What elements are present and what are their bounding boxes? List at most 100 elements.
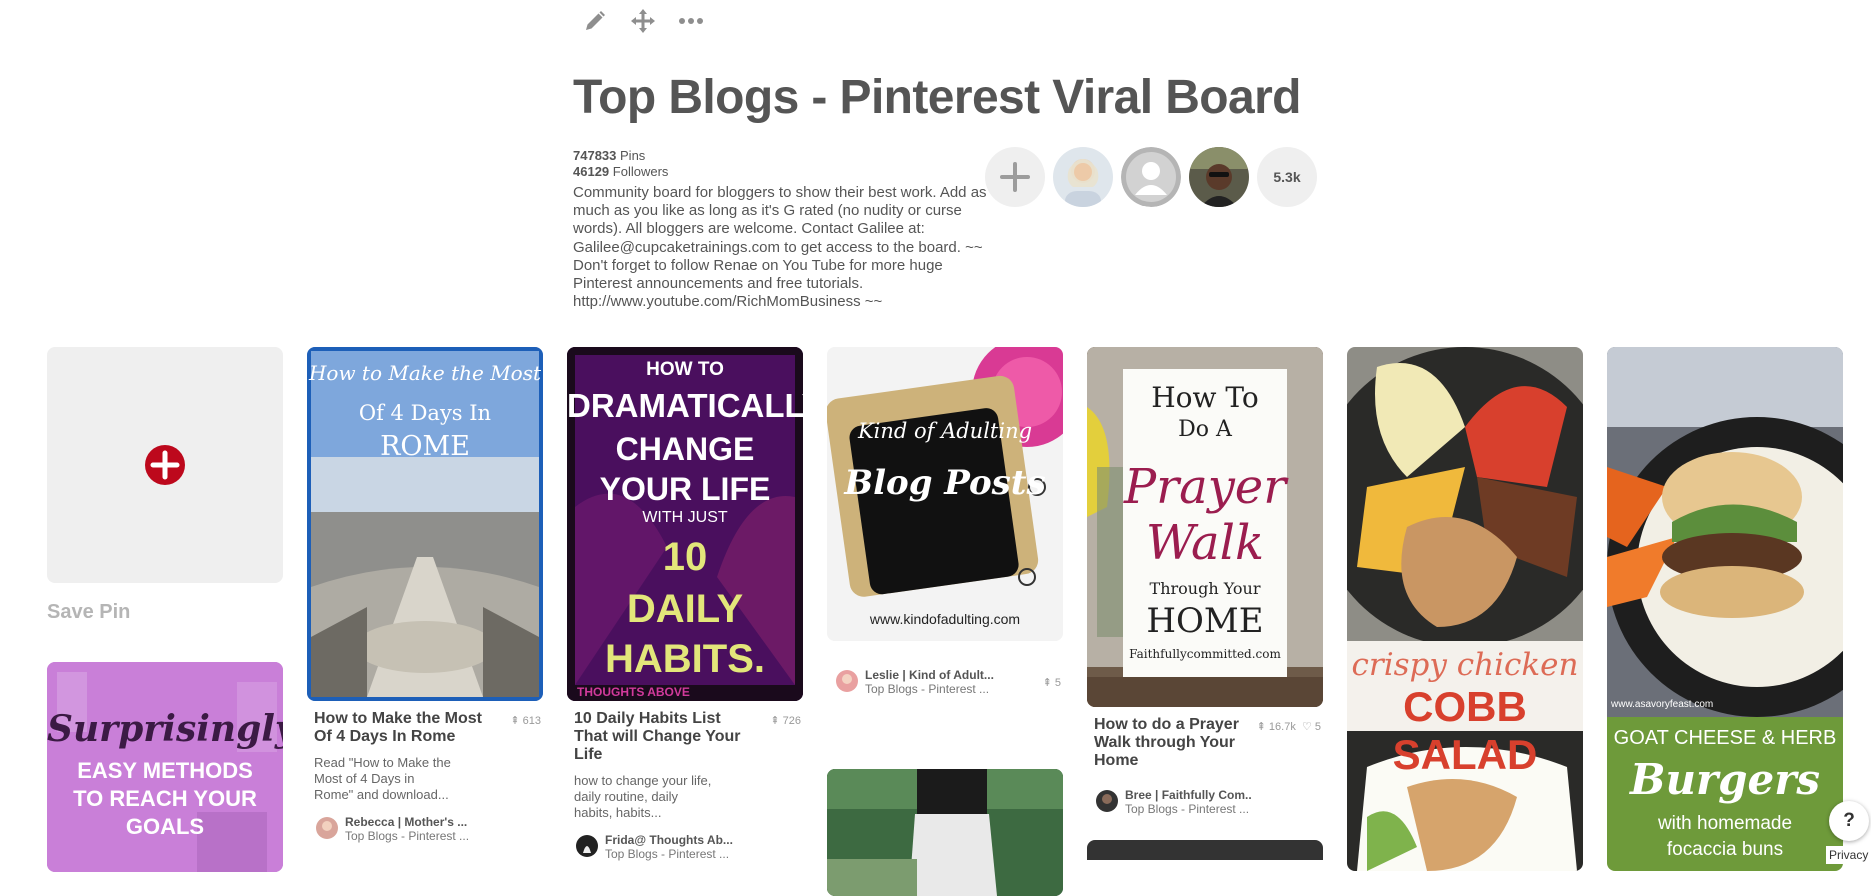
habits-footer-brand: THOUGHTS ABOVE [577,685,690,699]
pin-description: how to change your life, daily routine, … [574,773,712,820]
prayer-overlay-line: Through Your [1149,579,1261,598]
repin-count: ⇞ 613 [510,715,541,727]
rome-overlay-line: Of 4 Days In [358,401,492,425]
move-icon[interactable] [630,8,656,34]
pins-label: Pins [620,148,646,163]
repin-count: ⇞ 726 [770,715,801,727]
pin-attribution[interactable]: Bree | Faithfully Com.. Top Blogs - Pint… [1087,788,1323,818]
habits-overlay-line: YOUR LIFE [599,471,771,507]
pin-description: Read "How to Make the Most of 4 Days in … [314,755,451,802]
like-count-value: 5 [1314,721,1321,733]
pinner-name: Leslie | Kind of Adult... [865,668,994,682]
board-name: Top Blogs - Pinterest ... [605,847,730,861]
board-toolbar [582,8,704,34]
burger-overlay-line: focaccia buns [1666,839,1784,860]
pin-image-outfit[interactable] [827,769,1063,896]
pin-image-habits[interactable]: HOW TO DRAMATICALLY CHANGE YOUR LIFE WIT… [567,347,803,701]
adulting-url: www.kindofadulting.com [869,611,1021,627]
pin-column: HOW TO DRAMATICALLY CHANGE YOUR LIFE WIT… [567,347,803,863]
plus-icon [1000,162,1030,192]
pins-count: 747833 [573,148,617,163]
goals-overlay-line: Surprisingly [47,708,283,750]
pin-column: crispy chicken COBB SALAD [1347,347,1583,871]
habits-overlay-line: CHANGE [615,431,755,467]
board-name: Top Blogs - Pinterest ... [345,829,470,843]
repin-count-value: 726 [782,715,801,727]
pin-title[interactable]: How to do a Prayer Walk through Your Hom… [1094,716,1249,770]
goals-overlay-line: GOALS [125,814,205,839]
habits-overlay-line: DAILY [626,587,744,631]
burger-overlay-line: GOAT CHEESE & HERB [1613,727,1837,749]
avatar [576,835,598,857]
pin-image-rome[interactable]: How to Make the Most Of 4 Days In ROME [307,347,543,701]
burger-url: www.asavoryfeast.com [1611,699,1714,710]
prayer-url: Faithfullycommitted.com [1129,647,1281,661]
pin-image-partial[interactable] [1087,840,1323,860]
pin-attribution[interactable]: Leslie | Kind of Adult... Top Blogs - Pi… [827,668,1063,698]
pin-image-adulting[interactable]: Kind of Adulting Blog Posts www.kindofad… [827,347,1063,641]
habits-overlay-line: DRAMATICALLY [567,387,803,424]
board-description: Community board for bloggers to show the… [573,184,987,311]
goals-overlay-line: EASY METHODS [77,758,253,783]
adulting-overlay-line: Kind of Adulting [857,419,1033,443]
avatar [836,670,858,692]
board-title: Top Blogs - Pinterest Viral Board [573,71,1301,124]
pin-title[interactable]: 10 Daily Habits List That will Change Yo… [574,710,744,764]
pin-column: How to Make the Most Of 4 Days In ROME ⇞… [307,347,543,845]
followers-stat[interactable]: 46129 Followers [573,164,668,180]
pin-column: www.asavoryfeast.com GOAT CHEESE & HERB … [1607,347,1843,871]
prayer-overlay-line: HOME [1146,601,1264,641]
rome-overlay-line: ROME [380,431,470,462]
avatar [1096,790,1118,812]
habits-overlay-line: HABITS. [605,637,765,681]
pin-attribution[interactable]: Rebecca | Mother's ... Top Blogs - Pinte… [307,815,543,845]
burger-overlay-line: with homemade [1657,813,1793,834]
pin-column: Kind of Adulting Blog Posts www.kindofad… [827,347,1063,896]
add-collaborator-button[interactable] [985,147,1045,207]
repin-count-value: 16.7k [1268,721,1296,733]
pin-image-cobb[interactable]: crispy chicken COBB SALAD [1347,347,1583,871]
avatar [316,817,338,839]
repin-count-value: 613 [522,715,541,727]
pin-attribution[interactable]: Frida@ Thoughts Ab... Top Blogs - Pinter… [567,833,803,863]
cobb-overlay-line: COBB SALAD [1392,683,1538,778]
prayer-overlay-line: Do A [1178,417,1232,442]
board-name: Top Blogs - Pinterest ... [1125,802,1250,816]
rome-overlay-line: How to Make the Most [308,361,542,385]
adulting-overlay-line: Blog Posts [844,463,1046,503]
pin-image-goals[interactable]: Surprisingly EASY METHODS TO REACH YOUR … [47,662,283,872]
followers-count: 46129 [573,164,610,179]
habits-overlay-line: HOW TO [646,359,724,380]
pin-title[interactable]: How to Make the Most Of 4 Days In Rome [314,710,484,746]
prayer-overlay-line: How To [1151,381,1259,414]
goals-overlay-line: TO REACH YOUR [73,786,257,811]
more-icon[interactable] [678,8,704,34]
pencil-icon[interactable] [582,8,608,34]
collaborator-avatar[interactable] [1053,147,1113,207]
save-pin-label: Save Pin [47,601,131,623]
habits-overlay-line: WITH JUST [642,509,728,526]
collaborator-count[interactable]: 5.3k [1257,147,1317,207]
pinner-name: Frida@ Thoughts Ab... [605,833,733,847]
pinner-name: Bree | Faithfully Com.. [1125,788,1252,802]
followers-label: Followers [612,164,669,179]
prayer-overlay-line: Walk [1145,515,1265,571]
repin-count: ⇞ 16.7k ♡ 5 [1256,721,1321,733]
privacy-link[interactable]: Privacy [1826,846,1871,864]
collaborators: 5.3k [985,147,1317,207]
collaborator-avatar[interactable] [1189,147,1249,207]
collaborator-avatar-default[interactable] [1121,147,1181,207]
pin-image-prayer[interactable]: How To Do A Prayer Walk Through Your HOM… [1087,347,1323,707]
board-stats: 747833 Pins 46129 Followers [573,148,668,180]
board-name: Top Blogs - Pinterest ... [865,682,990,696]
help-button[interactable]: ? [1829,801,1869,841]
pin-column: How To Do A Prayer Walk Through Your HOM… [1087,347,1323,860]
prayer-overlay-line: Prayer [1123,459,1287,515]
pinner-name: Rebecca | Mother's ... [345,815,468,829]
cobb-overlay-line: crispy chicken [1351,647,1579,683]
pins-stat[interactable]: 747833 Pins [573,148,668,164]
pin-image-burger[interactable]: www.asavoryfeast.com GOAT CHEESE & HERB … [1607,347,1843,871]
burger-overlay-line: Burgers [1629,755,1821,804]
habits-overlay-line: 10 [662,535,708,579]
save-pin-card[interactable] [47,347,283,583]
